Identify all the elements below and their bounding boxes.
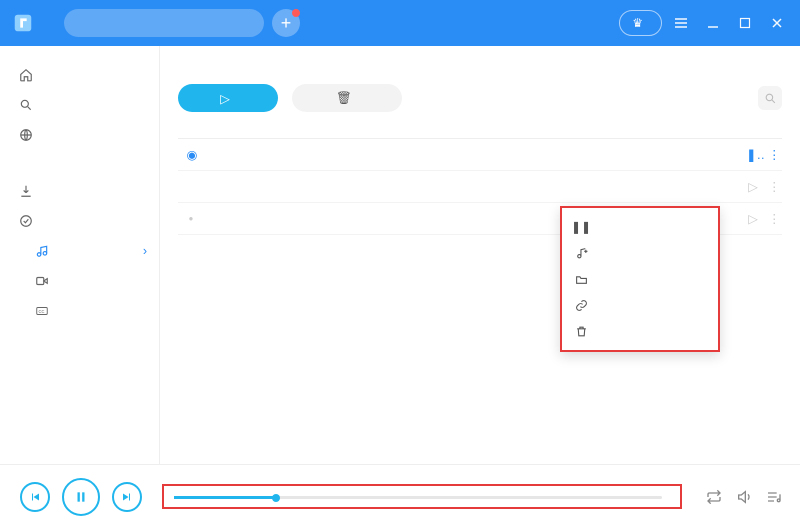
add-url-button[interactable]: + — [272, 9, 300, 37]
plus-icon: + — [281, 14, 292, 32]
track-duration — [472, 139, 542, 171]
track-duration — [472, 203, 542, 235]
row-more-button[interactable]: ⋮ — [764, 139, 782, 171]
sidebar: CC — [0, 46, 160, 464]
track-size — [542, 171, 612, 203]
row-play-button[interactable]: ▷ — [742, 171, 764, 203]
next-button[interactable] — [112, 482, 142, 512]
row-play-button[interactable]: ▷ — [742, 203, 764, 235]
track-name — [206, 139, 472, 171]
ctx-open-location[interactable] — [562, 266, 718, 292]
link-icon — [574, 299, 588, 312]
volume-button[interactable] — [732, 485, 756, 509]
track-date — [612, 139, 742, 171]
playing-indicator-icon: ◉ — [187, 148, 198, 162]
ctx-view-source[interactable] — [562, 292, 718, 318]
track-index — [178, 171, 206, 203]
ctx-pause[interactable]: ❚❚ — [562, 214, 718, 240]
close-button[interactable] — [764, 10, 790, 36]
table-row[interactable]: ◉ ❚❚ ⋮ — [178, 139, 782, 171]
pause-icon: ❚❚ — [574, 220, 588, 234]
url-search-input[interactable] — [76, 16, 252, 30]
track-duration — [472, 171, 542, 203]
local-search-button[interactable] — [758, 86, 782, 110]
prev-button[interactable] — [20, 482, 50, 512]
context-menu: ❚❚ — [560, 206, 720, 352]
track-name — [206, 203, 472, 235]
saved-folder-line — [774, 60, 782, 72]
play-icon: ▷ — [220, 91, 230, 106]
sidebar-sub-music[interactable] — [0, 236, 159, 266]
track-size — [542, 139, 612, 171]
col-date — [612, 126, 742, 139]
minimize-button[interactable] — [700, 10, 726, 36]
folder-icon — [574, 273, 588, 286]
music-icon — [34, 244, 50, 258]
table-row[interactable]: ▷ ⋮ — [178, 171, 782, 203]
sidebar-sub-video[interactable] — [0, 266, 159, 296]
loop-button[interactable] — [702, 485, 726, 509]
notification-dot-icon — [292, 9, 300, 17]
svg-text:CC: CC — [39, 309, 45, 314]
play-all-button[interactable]: ▷ — [178, 84, 278, 112]
row-pause-button[interactable]: ❚❚ — [742, 139, 764, 171]
sidebar-item-home[interactable] — [0, 60, 159, 90]
delete-all-button[interactable]: 🗑 — [292, 84, 402, 112]
sidebar-section-library — [0, 150, 159, 176]
sidebar-item-sites[interactable] — [0, 120, 159, 150]
main: ▷ 🗑 — [160, 46, 800, 464]
globe-icon — [18, 128, 34, 142]
track-date — [612, 171, 742, 203]
trash-icon: 🗑 — [336, 91, 352, 106]
app-logo — [10, 10, 36, 36]
now-playing — [162, 484, 682, 509]
playlist-add-icon — [574, 247, 588, 260]
col-duration — [472, 126, 542, 139]
home-icon — [18, 68, 34, 82]
track-name — [206, 171, 472, 203]
ctx-delete[interactable] — [562, 318, 718, 344]
search-icon — [18, 98, 34, 112]
sidebar-item-downloading[interactable] — [0, 176, 159, 206]
playlist-button[interactable] — [762, 485, 786, 509]
upgrade-button[interactable]: ♛ — [619, 10, 662, 36]
ctx-add-playlist[interactable] — [562, 240, 718, 266]
sidebar-item-downloaded[interactable] — [0, 206, 159, 236]
row-more-button[interactable]: ⋮ — [764, 171, 782, 203]
sidebar-sub-subtitles[interactable]: CC — [0, 296, 159, 326]
download-icon — [18, 184, 34, 198]
menu-button[interactable] — [668, 10, 694, 36]
cc-icon: CC — [34, 304, 50, 318]
seek-bar[interactable] — [174, 496, 662, 499]
player-bar — [0, 464, 800, 528]
sidebar-item-search[interactable] — [0, 90, 159, 120]
col-size — [542, 126, 612, 139]
titlebar: + ♛ — [0, 0, 800, 46]
crown-icon: ♛ — [632, 16, 643, 30]
col-name — [206, 126, 472, 139]
trash-icon — [574, 325, 588, 338]
play-pause-button[interactable] — [62, 478, 100, 516]
check-circle-icon — [18, 214, 34, 228]
url-search[interactable] — [64, 9, 264, 37]
maximize-button[interactable] — [732, 10, 758, 36]
video-icon — [34, 274, 50, 288]
row-more-button[interactable]: ⋮ — [764, 203, 782, 235]
